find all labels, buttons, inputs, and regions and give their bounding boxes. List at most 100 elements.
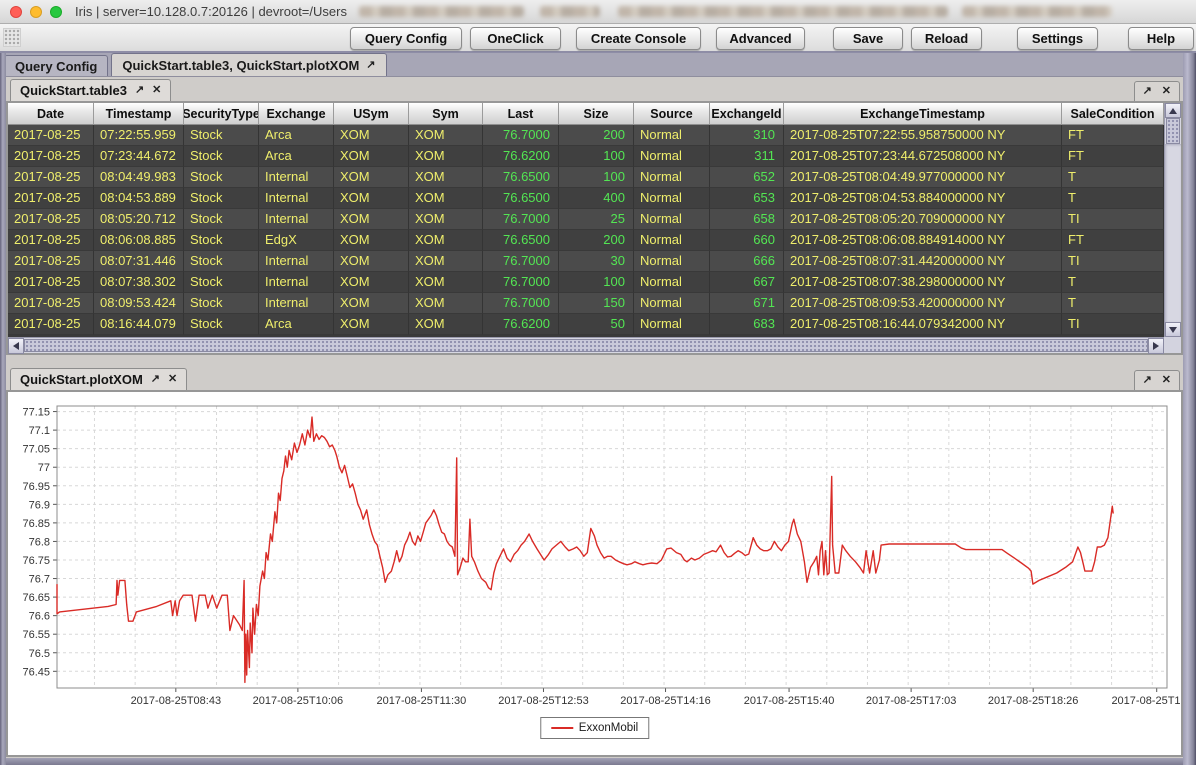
column-header-usym[interactable]: USym <box>334 103 409 125</box>
table-panel-controls: ↗ ✕ <box>1134 81 1180 101</box>
price-chart[interactable]: 76.4576.576.5576.676.6576.776.7576.876.8… <box>8 392 1181 755</box>
toolbar-button-query-config[interactable]: Query Config <box>350 27 462 50</box>
application-window: Iris | server=10.128.0.7:20126 | devroot… <box>0 0 1196 77</box>
y-axis-tick-label: 76.8 <box>29 536 50 548</box>
table-cell: Normal <box>634 167 710 188</box>
table-cell: 653 <box>710 188 784 209</box>
close-icon[interactable]: ✕ <box>168 374 177 385</box>
vertical-scrollbar[interactable] <box>1164 103 1181 337</box>
close-icon[interactable]: ✕ <box>152 85 161 96</box>
close-icon[interactable]: ✕ <box>1162 375 1171 386</box>
table-cell: Arca <box>259 314 334 335</box>
table-cell: XOM <box>334 209 409 230</box>
table-cell: XOM <box>334 251 409 272</box>
y-axis-tick-label: 76.45 <box>22 666 50 678</box>
x-axis-tick-label: 2017-08-25T18:26 <box>988 695 1079 707</box>
close-icon[interactable]: ✕ <box>1162 86 1171 97</box>
table-cell: XOM <box>334 293 409 314</box>
table-cell: 100 <box>559 146 634 167</box>
table-cell: 76.6500 <box>483 167 559 188</box>
table-cell: 658 <box>710 209 784 230</box>
table-cell: XOM <box>409 293 483 314</box>
column-header-exchangeid[interactable]: ExchangeId <box>710 103 784 125</box>
table-cell: T <box>1062 272 1164 293</box>
tab-quickstart-workspace[interactable]: QuickStart.table3, QuickStart.plotXOM ↗ <box>111 53 386 76</box>
window-frame-bottom[interactable] <box>0 758 1196 765</box>
tab-quickstart-plotxom[interactable]: QuickStart.plotXOM ↗ ✕ <box>10 368 187 390</box>
float-icon[interactable]: ↗ <box>1143 86 1152 97</box>
vertical-scrollbar-thumb[interactable] <box>1166 118 1180 144</box>
window-title: Iris | server=10.128.0.7:20126 | devroot… <box>75 4 347 19</box>
table-row[interactable]: 2017-08-2507:22:55.959StockArcaXOMXOM76.… <box>8 125 1164 146</box>
table-cell: 76.7000 <box>483 125 559 146</box>
table-cell: 25 <box>559 209 634 230</box>
scroll-down-button[interactable] <box>1165 322 1181 337</box>
table-cell: 660 <box>710 230 784 251</box>
column-header-timestamp[interactable]: Timestamp <box>94 103 184 125</box>
toolbar-grip[interactable] <box>3 28 21 47</box>
column-header-exchange[interactable]: Exchange <box>259 103 334 125</box>
table-row[interactable]: 2017-08-2507:23:44.672StockArcaXOMXOM76.… <box>8 146 1164 167</box>
column-header-source[interactable]: Source <box>634 103 710 125</box>
minimize-window-button[interactable] <box>30 6 42 18</box>
y-axis-tick-label: 77.05 <box>22 444 50 456</box>
scroll-left-button[interactable] <box>8 338 24 354</box>
column-header-securitytype[interactable]: SecurityType <box>184 103 259 125</box>
y-axis-tick-label: 77.1 <box>29 425 50 437</box>
table-cell: XOM <box>334 272 409 293</box>
column-header-salecondition[interactable]: SaleCondition <box>1062 103 1164 125</box>
table-cell: 2017-08-25 <box>8 188 94 209</box>
column-header-size[interactable]: Size <box>559 103 634 125</box>
table-row[interactable]: 2017-08-2508:04:53.889StockInternalXOMXO… <box>8 188 1164 209</box>
toolbar-button-settings[interactable]: Settings <box>1017 27 1098 50</box>
x-axis-tick-label: 2017-08-25T15:40 <box>744 695 835 707</box>
table-panel: QuickStart.table3 ↗ ✕ ↗ ✕ DateTimestampS… <box>6 79 1183 355</box>
table-row[interactable]: 2017-08-2508:05:20.712StockInternalXOMXO… <box>8 209 1164 230</box>
float-icon[interactable]: ↗ <box>151 374 160 385</box>
column-header-sym[interactable]: Sym <box>409 103 483 125</box>
horizontal-scrollbar-thumb[interactable] <box>24 339 1148 352</box>
float-icon[interactable]: ↗ <box>366 60 375 71</box>
float-icon[interactable]: ↗ <box>135 85 144 96</box>
table-cell: XOM <box>334 188 409 209</box>
column-header-last[interactable]: Last <box>483 103 559 125</box>
toolbar-button-advanced[interactable]: Advanced <box>716 27 805 50</box>
column-header-exchangetimestamp[interactable]: ExchangeTimestamp <box>784 103 1062 125</box>
table-cell: Normal <box>634 146 710 167</box>
horizontal-scrollbar[interactable] <box>8 337 1164 353</box>
table-cell: 2017-08-25T08:06:08.884914000 NY <box>784 230 1062 251</box>
table-cell: Normal <box>634 209 710 230</box>
right-arrow-icon <box>1153 342 1159 350</box>
table-cell: Stock <box>184 293 259 314</box>
table-cell: XOM <box>409 188 483 209</box>
table-row[interactable]: 2017-08-2508:16:44.079StockArcaXOMXOM76.… <box>8 314 1164 335</box>
table-row[interactable]: 2017-08-2508:09:53.424StockInternalXOMXO… <box>8 293 1164 314</box>
table-cell: Internal <box>259 209 334 230</box>
toolbar-button-help[interactable]: Help <box>1128 27 1194 50</box>
column-header-date[interactable]: Date <box>8 103 94 125</box>
table-cell: T <box>1062 167 1164 188</box>
vertical-scrollbar-track[interactable] <box>1165 144 1181 322</box>
table-cell: Stock <box>184 314 259 335</box>
titlebar[interactable]: Iris | server=10.128.0.7:20126 | devroot… <box>0 0 1196 24</box>
window-frame-right[interactable] <box>1183 53 1196 765</box>
table-row[interactable]: 2017-08-2508:07:31.446StockInternalXOMXO… <box>8 251 1164 272</box>
table-cell: 08:06:08.885 <box>94 230 184 251</box>
legend-label: ExxonMobil <box>579 722 638 734</box>
zoom-window-button[interactable] <box>50 6 62 18</box>
toolbar-button-oneclick[interactable]: OneClick <box>470 27 561 50</box>
table-cell: Internal <box>259 272 334 293</box>
table-row[interactable]: 2017-08-2508:04:49.983StockInternalXOMXO… <box>8 167 1164 188</box>
tab-query-config[interactable]: Query Config <box>4 55 108 76</box>
table-cell: Arca <box>259 125 334 146</box>
tab-quickstart-table3[interactable]: QuickStart.table3 ↗ ✕ <box>10 79 171 101</box>
scroll-up-button[interactable] <box>1165 103 1181 118</box>
toolbar-button-create-console[interactable]: Create Console <box>576 27 701 50</box>
close-window-button[interactable] <box>10 6 22 18</box>
table-row[interactable]: 2017-08-2508:07:38.302StockInternalXOMXO… <box>8 272 1164 293</box>
float-icon[interactable]: ↗ <box>1143 375 1152 386</box>
toolbar-button-save[interactable]: Save <box>833 27 903 50</box>
scroll-right-button[interactable] <box>1148 338 1164 354</box>
table-row[interactable]: 2017-08-2508:06:08.885StockEdgXXOMXOM76.… <box>8 230 1164 251</box>
toolbar-button-reload[interactable]: Reload <box>911 27 982 50</box>
